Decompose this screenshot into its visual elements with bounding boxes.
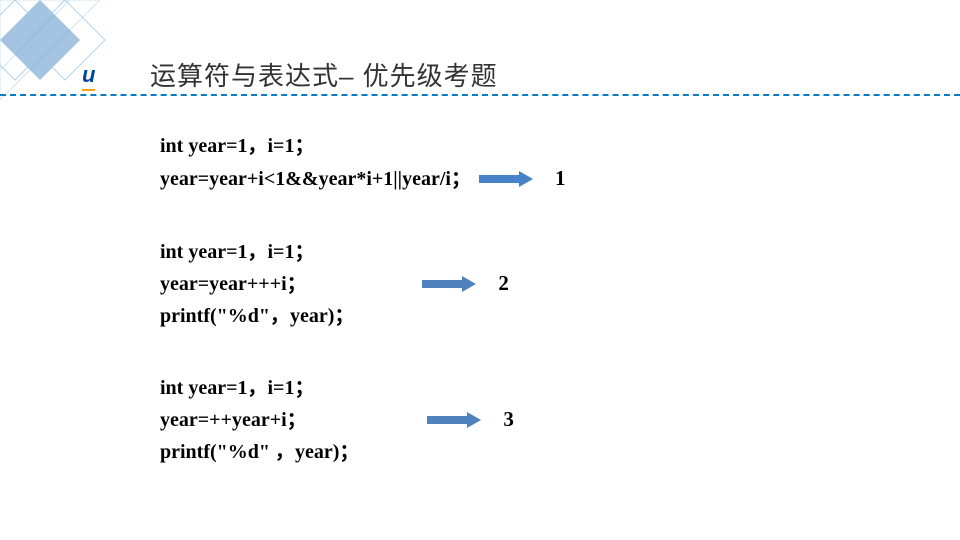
example-block-2: int year=1，i=1； year=year+++i； printf("%… bbox=[160, 236, 565, 332]
example-block-3: int year=1，i=1； year=++year+i； printf("%… bbox=[160, 372, 565, 468]
example-block-1: int year=1，i=1； year=year+i<1&&year*i+1|… bbox=[160, 130, 565, 196]
code-line: int year=1，i=1； bbox=[160, 372, 359, 404]
code-line: printf("%d"，year)； bbox=[160, 300, 354, 332]
code-line: int year=1，i=1； bbox=[160, 236, 354, 268]
content-area: int year=1，i=1； year=year+i<1&&year*i+1|… bbox=[160, 130, 565, 508]
code-line: printf("%d" ，year)； bbox=[160, 436, 359, 468]
decor-triangles bbox=[0, 0, 150, 120]
arrow-icon bbox=[422, 278, 482, 290]
arrow-icon bbox=[479, 173, 539, 185]
arrow-icon bbox=[427, 414, 487, 426]
code-line: year=year+++i； bbox=[160, 268, 354, 300]
page-title: 运算符与表达式– 优先级考题 bbox=[150, 56, 498, 93]
title-underline bbox=[0, 94, 960, 96]
result-value: 3 bbox=[503, 403, 514, 437]
logo-text: u bbox=[82, 62, 95, 91]
code-line: year=year+i<1&&year*i+1||year/i； bbox=[160, 163, 471, 195]
code-line: year=++year+i； bbox=[160, 404, 359, 436]
result-value: 1 bbox=[555, 162, 566, 196]
code-line: int year=1，i=1； bbox=[160, 130, 565, 162]
result-value: 2 bbox=[498, 267, 509, 301]
